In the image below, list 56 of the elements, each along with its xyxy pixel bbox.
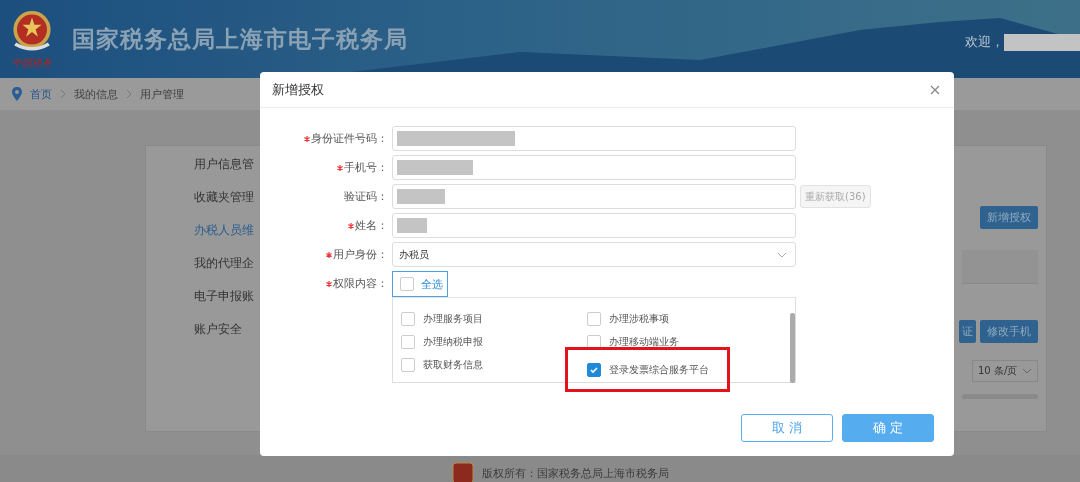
checkbox[interactable] (587, 312, 601, 326)
chevron-icon (60, 89, 66, 99)
dialog-title: 新增授权 (272, 80, 324, 99)
location-pin-icon (12, 87, 22, 101)
checkbox[interactable] (587, 362, 601, 377)
breadcrumb-item[interactable]: 首页 (30, 86, 52, 102)
emblem-icon (451, 462, 474, 482)
field-label: 权限内容： (333, 276, 388, 291)
scrollbar[interactable] (790, 313, 795, 383)
sidebar-item[interactable]: 电子申报账 (194, 288, 260, 304)
breadcrumb-item: 我的信息 (74, 86, 118, 102)
select-all-checkbox[interactable]: 全选 (392, 271, 448, 297)
cancel-button[interactable]: 取 消 (741, 414, 833, 442)
input-field[interactable] (392, 155, 796, 180)
permission-label: 获取财务信息 (423, 358, 483, 372)
field-label: 手机号： (344, 160, 388, 175)
copyright-text: 版权所有：国家税务总局上海市税务局 (481, 466, 669, 481)
checkbox[interactable] (401, 312, 415, 326)
check-icon (589, 364, 599, 375)
permission-label: 登录发票综合服务平台 (609, 362, 709, 377)
page-size-select[interactable]: 10 条/页 (972, 360, 1038, 382)
field-label: 身份证件号码： (311, 131, 388, 146)
confirm-button[interactable]: 确 定 (842, 414, 934, 442)
sidebar-item[interactable]: 用户信息管 (194, 156, 260, 172)
field-label: 姓名： (355, 218, 388, 233)
sidebar-item[interactable]: 账户安全 (194, 321, 260, 337)
select-field[interactable]: 办税员 (392, 242, 796, 267)
row-action-button[interactable]: 证 (959, 320, 976, 343)
site-title: 国家税务总局上海市电子税务局 (72, 24, 408, 54)
chevron-down-icon (777, 251, 787, 258)
row-action-button[interactable]: 修改手机 (980, 320, 1038, 343)
sidebar-item[interactable]: 收藏夹管理 (194, 189, 260, 205)
add-authorization-button[interactable]: 新增授权 (980, 206, 1038, 229)
permission-label: 办理涉税事项 (609, 312, 669, 326)
select-all-label: 全选 (421, 276, 443, 292)
chevron-icon (126, 89, 132, 99)
permission-label: 办理服务项目 (423, 312, 483, 326)
field-label: 用户身份： (333, 247, 388, 262)
breadcrumb-item: 用户管理 (140, 86, 184, 102)
checkbox[interactable] (400, 277, 414, 291)
close-icon[interactable] (930, 84, 940, 95)
permission-label: 办理纳税申报 (423, 335, 483, 349)
field-label: 验证码： (344, 189, 388, 204)
logo-caption: 中国税务 (12, 56, 52, 70)
input-field[interactable] (392, 184, 796, 209)
input-field[interactable] (392, 213, 796, 238)
sidebar-item[interactable]: 我的代理企 (194, 255, 260, 271)
sidebar-item[interactable]: 办税人员维 (194, 222, 260, 238)
input-field[interactable] (392, 126, 796, 151)
checkbox[interactable] (401, 358, 415, 372)
resend-code-button[interactable]: 重新获取(36) (800, 185, 871, 208)
chevron-down-icon (1022, 368, 1032, 374)
checkbox[interactable] (401, 335, 415, 349)
welcome-text: 欢迎， (965, 33, 1004, 51)
checkbox[interactable] (587, 335, 601, 349)
permission-label: 办理移动端业务 (609, 335, 679, 349)
